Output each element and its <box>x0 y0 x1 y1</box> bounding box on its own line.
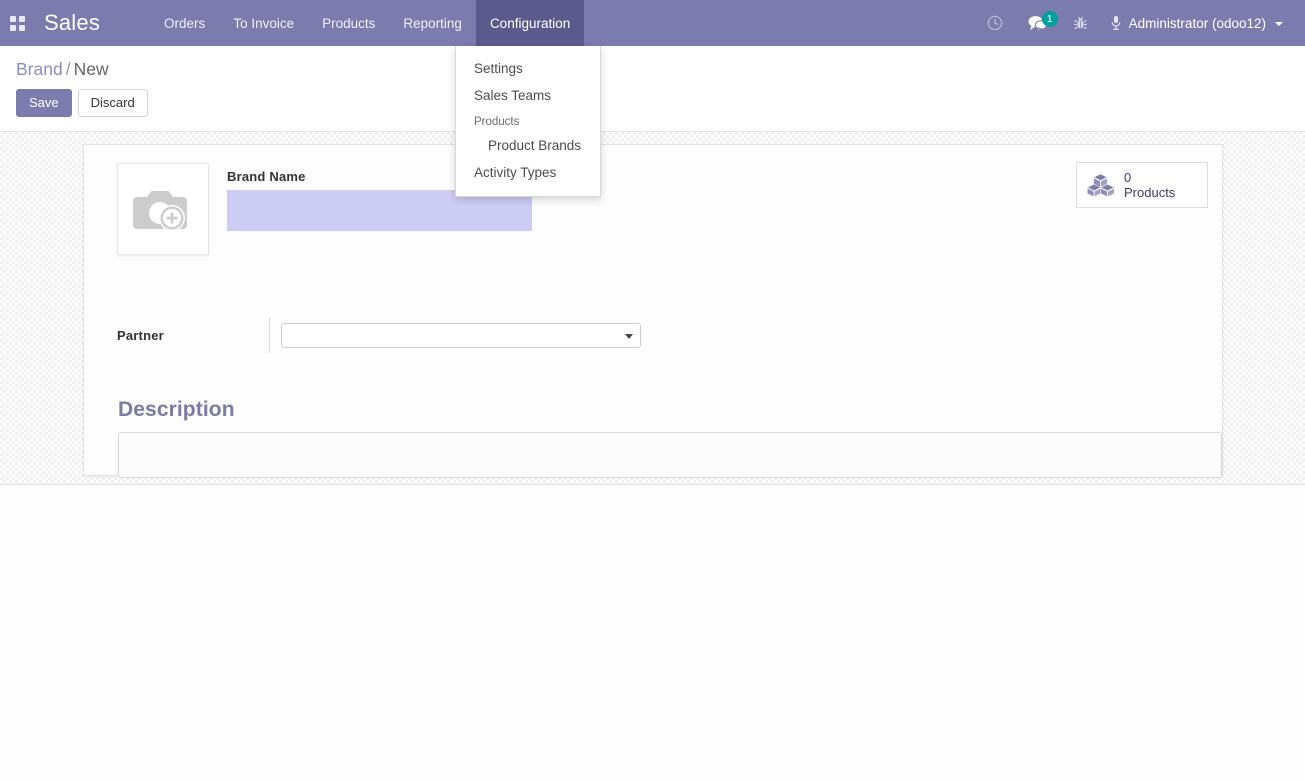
messages-icon-wrapper: 1 <box>1027 10 1058 32</box>
camera-plus-icon <box>133 191 187 231</box>
messages-count-badge: 1 <box>1041 10 1058 27</box>
menu-item-reporting[interactable]: Reporting <box>389 0 476 46</box>
partner-field-row: Partner <box>102 317 1204 353</box>
dropdown-item-activity-types[interactable]: Activity Types <box>456 159 600 186</box>
user-icon <box>1111 16 1121 30</box>
control-panel: Brand / New Save Discard <box>0 46 1305 132</box>
menu-item-configuration[interactable]: Configuration <box>475 0 585 46</box>
debug-bug-button[interactable] <box>1061 0 1100 46</box>
form-sheet: 0 Products Brand Name Partner Descriptio… <box>83 144 1223 478</box>
breadcrumb-current: New <box>73 59 109 79</box>
description-textarea[interactable] <box>118 432 1222 478</box>
discard-button[interactable]: Discard <box>77 89 148 117</box>
breadcrumb: Brand / New <box>16 58 1289 80</box>
apps-grid-icon <box>9 15 25 31</box>
partner-select[interactable] <box>281 322 641 348</box>
dropdown-section-products: Products <box>474 116 520 128</box>
activity-clock-button[interactable] <box>975 0 1015 46</box>
partner-select-wrapper <box>281 322 641 348</box>
dropdown-item-product-brands[interactable]: Product Brands <box>456 132 600 159</box>
save-button[interactable]: Save <box>16 89 72 117</box>
description-section-title: Description <box>118 398 235 421</box>
stat-value: 0 <box>1124 170 1132 185</box>
menu-item-orders[interactable]: Orders <box>150 0 219 46</box>
messages-button[interactable]: 1 <box>1015 0 1061 46</box>
bug-icon <box>1073 16 1087 29</box>
form-content-area: 0 Products Brand Name Partner Descriptio… <box>0 132 1305 485</box>
brand-image-upload[interactable] <box>117 163 209 255</box>
clock-icon <box>987 15 1002 31</box>
menu-item-products[interactable]: Products <box>308 0 389 46</box>
configuration-dropdown-menu: Settings Sales Teams Products Product Br… <box>455 46 601 197</box>
partner-label: Partner <box>117 327 164 343</box>
user-name-label: Administrator (odoo12) <box>1128 15 1266 31</box>
main-menu: Orders To Invoice Products Reporting Con… <box>150 0 585 46</box>
breadcrumb-separator: / <box>65 59 71 79</box>
page-footer-blank <box>0 485 1305 781</box>
field-divider <box>269 317 270 353</box>
app-title[interactable]: Sales <box>34 0 114 46</box>
stat-button-products[interactable]: 0 Products <box>1076 162 1208 208</box>
record-action-buttons: Save Discard <box>16 89 1289 117</box>
title-row: Brand Name <box>102 161 1204 255</box>
systray: 1 Administrator (odoo12) <box>975 0 1305 46</box>
dropdown-item-settings[interactable]: Settings <box>456 55 600 82</box>
dropdown-item-sales-teams[interactable]: Sales Teams <box>456 82 600 109</box>
cubes-icon <box>1087 174 1114 197</box>
apps-menu-button[interactable] <box>0 0 34 46</box>
chevron-down-icon <box>1275 22 1283 26</box>
navbar-spacer <box>584 0 974 46</box>
stat-button-box: 0 Products <box>1076 162 1208 208</box>
stat-label: Products <box>1124 185 1176 200</box>
breadcrumb-parent[interactable]: Brand <box>16 59 63 79</box>
top-navbar: Sales Orders To Invoice Products Reporti… <box>0 0 1305 197</box>
stat-button-text: 0 Products <box>1124 170 1175 200</box>
user-menu-button[interactable]: Administrator (odoo12) <box>1100 0 1291 46</box>
menu-item-to-invoice[interactable]: To Invoice <box>219 0 308 46</box>
